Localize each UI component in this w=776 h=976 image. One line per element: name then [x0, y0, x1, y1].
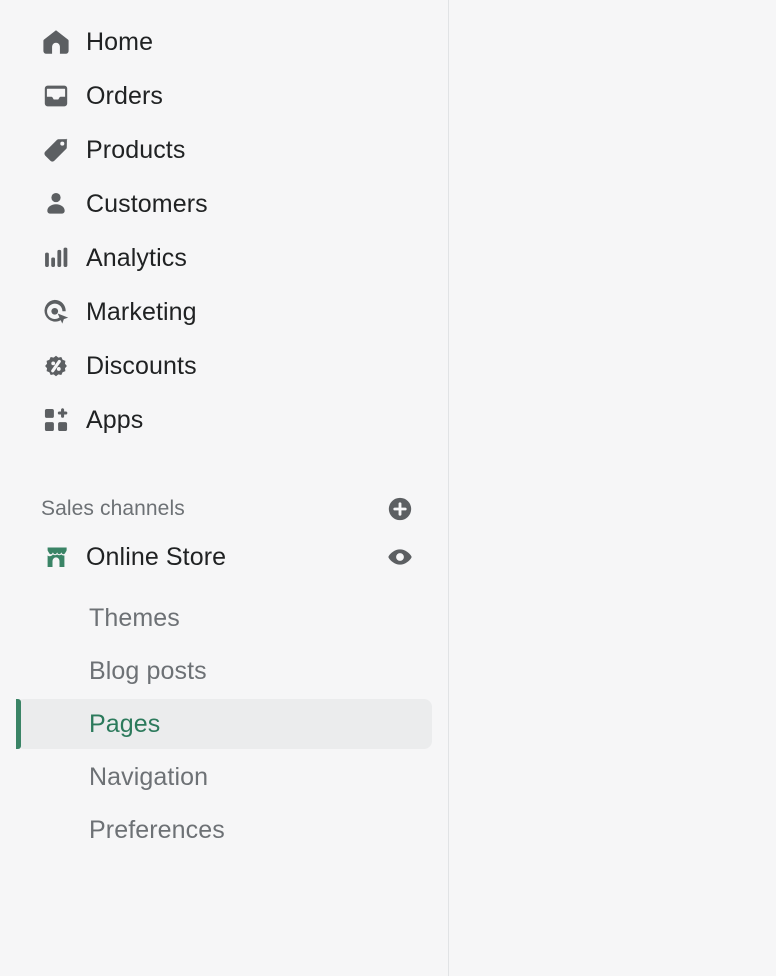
- sidebar-subitem-pages[interactable]: Pages: [16, 699, 432, 749]
- sidebar-subitem-label: Preferences: [89, 816, 225, 844]
- primary-nav-list: Home Orders Products Customers Analytics…: [0, 0, 448, 439]
- sidebar-subitem-label: Blog posts: [89, 657, 207, 685]
- sales-channels-header: Sales channels: [16, 492, 432, 526]
- sidebar-item-label: Marketing: [86, 297, 197, 326]
- sidebar-item-marketing[interactable]: Marketing: [16, 292, 432, 331]
- plus-circle-icon[interactable]: [385, 494, 415, 524]
- sales-channels-title: Sales channels: [41, 497, 185, 520]
- sidebar-item-label: Customers: [86, 189, 208, 218]
- sidebar-item-products[interactable]: Products: [16, 130, 432, 169]
- storefront-icon: [41, 542, 71, 572]
- analytics-icon: [41, 243, 71, 273]
- sidebar-item-label: Apps: [86, 405, 144, 434]
- sidebar-item-online-store[interactable]: Online Store: [16, 536, 432, 578]
- customers-icon: [41, 189, 71, 219]
- sidebar-item-discounts[interactable]: Discounts: [16, 346, 432, 385]
- sidebar-item-analytics[interactable]: Analytics: [16, 238, 432, 277]
- orders-icon: [41, 81, 71, 111]
- sidebar-item-label: Orders: [86, 81, 164, 110]
- main-content-area: [449, 0, 776, 976]
- products-icon: [41, 135, 71, 165]
- sidebar-subitem-preferences[interactable]: Preferences: [16, 805, 432, 855]
- sidebar-item-label: Discounts: [86, 351, 197, 380]
- sidebar-item-home[interactable]: Home: [16, 22, 432, 61]
- app-shell: Home Orders Products Customers Analytics…: [0, 0, 776, 976]
- sidebar-item-label: Products: [86, 135, 186, 164]
- online-store-subnav: Themes Blog posts Pages Navigation Prefe…: [0, 586, 448, 855]
- sidebar-item-customers[interactable]: Customers: [16, 184, 432, 223]
- sidebar-subitem-label: Themes: [89, 604, 180, 632]
- sidebar-item-label: Online Store: [86, 543, 227, 571]
- sidebar-item-label: Home: [86, 27, 154, 56]
- sidebar-subitem-themes[interactable]: Themes: [16, 593, 432, 643]
- marketing-icon: [41, 297, 71, 327]
- sidebar-item-label: Analytics: [86, 243, 187, 272]
- eye-icon[interactable]: [385, 542, 415, 572]
- sidebar-item-apps[interactable]: Apps: [16, 400, 432, 439]
- sidebar-subitem-blog-posts[interactable]: Blog posts: [16, 646, 432, 696]
- sidebar-navigation: Home Orders Products Customers Analytics…: [0, 0, 449, 976]
- active-indicator-bar: [16, 699, 21, 749]
- apps-icon: [41, 405, 71, 435]
- sidebar-subitem-navigation[interactable]: Navigation: [16, 752, 432, 802]
- sidebar-item-orders[interactable]: Orders: [16, 76, 432, 115]
- discounts-icon: [41, 351, 71, 381]
- sidebar-subitem-label: Pages: [89, 710, 161, 738]
- sidebar-subitem-label: Navigation: [89, 763, 209, 791]
- home-icon: [41, 27, 71, 57]
